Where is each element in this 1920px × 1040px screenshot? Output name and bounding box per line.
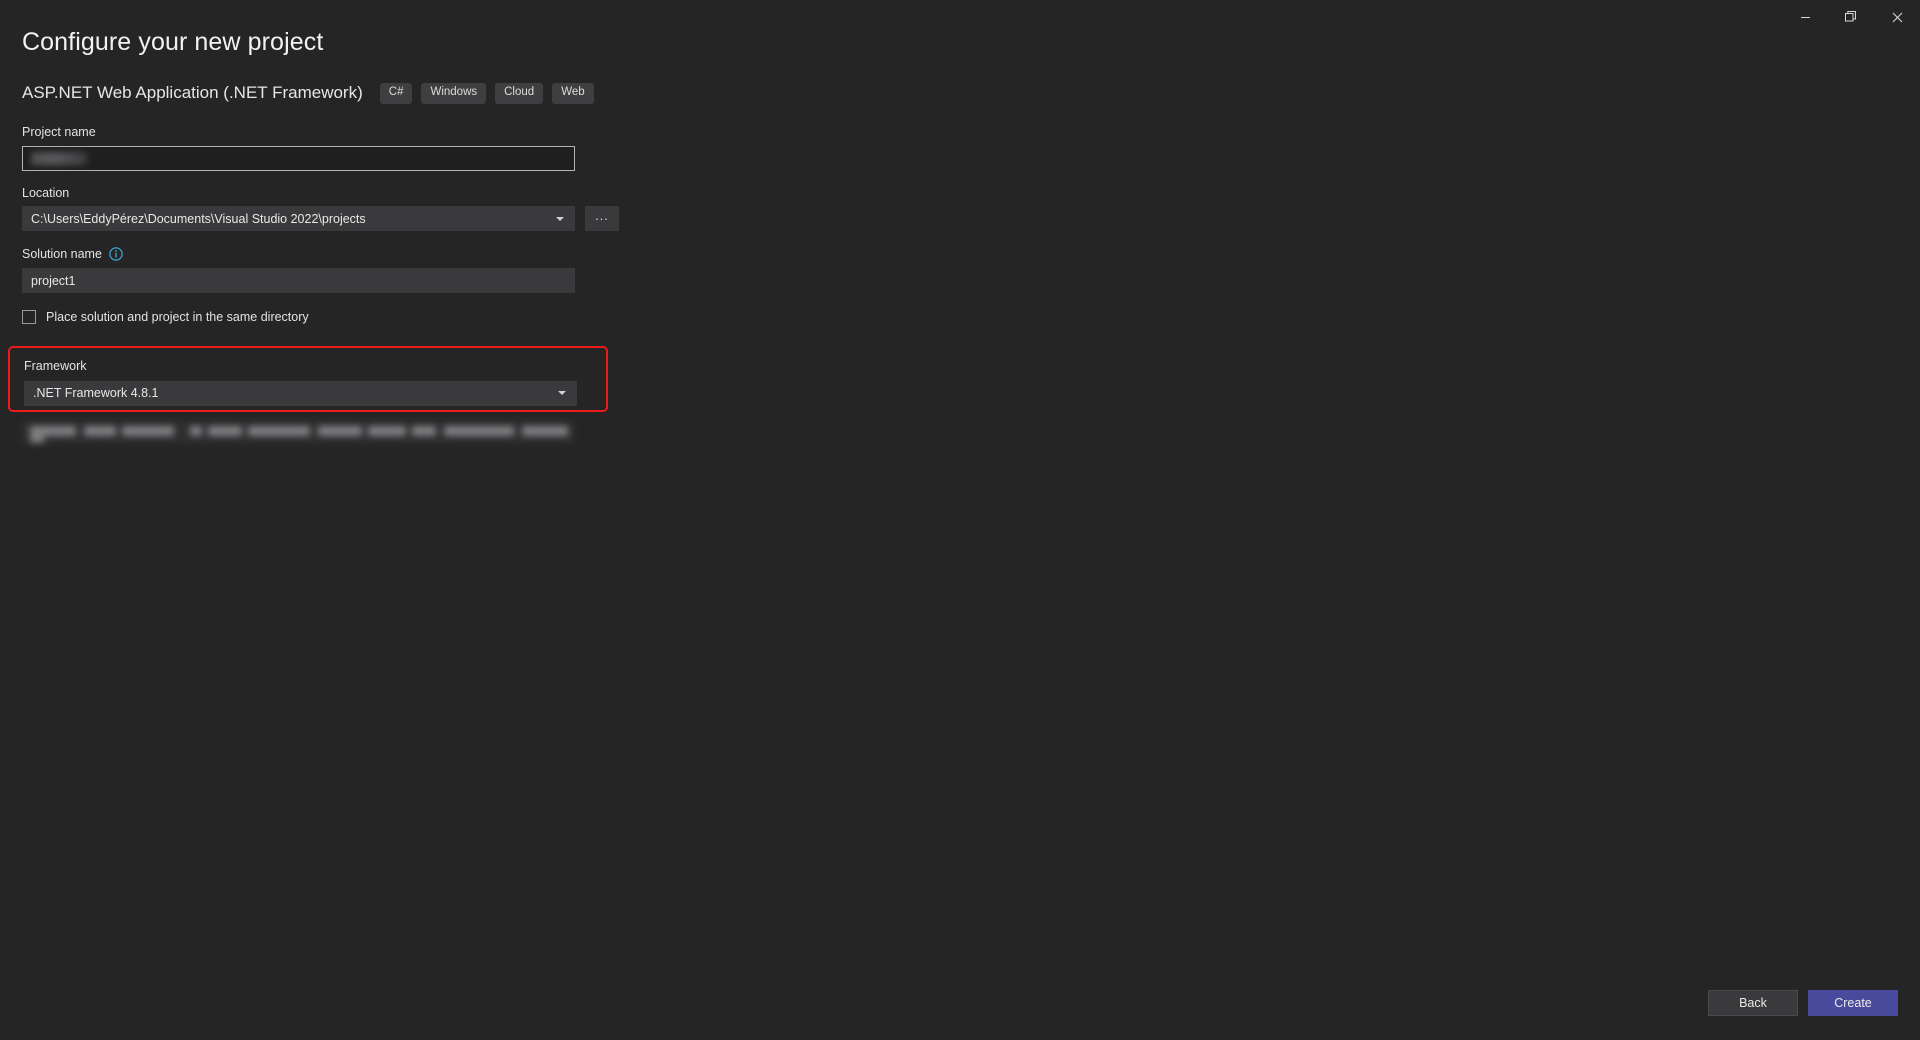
framework-label: Framework: [24, 359, 87, 373]
template-tags: C# Windows Cloud Web: [379, 83, 594, 104]
solution-name-value: project1: [31, 273, 76, 288]
redacted-segment: [30, 426, 76, 436]
redacted-segment: [30, 436, 44, 443]
tag-language: C#: [379, 83, 413, 104]
close-icon: [1892, 12, 1903, 23]
redacted-segment: [248, 426, 310, 436]
project-name-input[interactable]: [22, 145, 575, 171]
same-directory-label: Place solution and project in the same d…: [46, 310, 309, 324]
tag-platform: Windows: [421, 83, 487, 104]
same-directory-row[interactable]: Place solution and project in the same d…: [22, 310, 642, 324]
restore-icon: [1845, 11, 1857, 23]
project-name-label: Project name: [22, 125, 96, 139]
info-icon[interactable]: [109, 247, 123, 261]
redacted-segment: [522, 426, 568, 436]
create-button[interactable]: Create: [1808, 990, 1898, 1016]
redacted-segment: [318, 426, 362, 436]
redacted-segment: [208, 426, 242, 436]
redacted-segment: [412, 426, 436, 436]
minimize-button[interactable]: [1782, 0, 1828, 34]
chevron-down-icon: [556, 216, 564, 221]
tag-cloud: Cloud: [495, 83, 544, 104]
redacted-segment: [84, 426, 116, 436]
project-config-form: Project name Location C:\Users\EddyPérez…: [22, 126, 642, 324]
template-summary: ASP.NET Web Application (.NET Framework)…: [22, 83, 594, 104]
back-button[interactable]: Back: [1708, 990, 1798, 1016]
solution-name-label: Solution name: [22, 247, 642, 261]
tag-web: Web: [552, 83, 594, 104]
page-title: Configure your new project: [22, 28, 324, 56]
configure-project-dialog: Configure your new project ASP.NET Web A…: [0, 0, 1920, 1040]
location-value: C:\Users\EddyPérez\Documents\Visual Stud…: [31, 211, 366, 226]
redacted-segment: [444, 426, 514, 436]
close-button[interactable]: [1874, 0, 1920, 34]
location-row: C:\Users\EddyPérez\Documents\Visual Stud…: [22, 206, 642, 231]
framework-combobox[interactable]: .NET Framework 4.8.1: [24, 380, 577, 406]
redacted-segment: [368, 426, 406, 436]
redacted-footnote: [22, 421, 574, 443]
solution-name-input[interactable]: project1: [22, 268, 575, 293]
framework-highlight-box: Framework .NET Framework 4.8.1: [8, 346, 608, 412]
dialog-footer: Back Create: [1708, 990, 1898, 1016]
redacted-segment: [190, 426, 202, 436]
location-label: Location: [22, 185, 70, 200]
location-combobox[interactable]: C:\Users\EddyPérez\Documents\Visual Stud…: [22, 206, 575, 231]
chevron-down-icon: [558, 391, 566, 395]
project-name-redacted-value: [31, 151, 87, 165]
minimize-icon: [1800, 12, 1811, 23]
redacted-segment: [122, 426, 174, 436]
browse-button[interactable]: ...: [585, 206, 619, 231]
template-name: ASP.NET Web Application (.NET Framework): [22, 83, 363, 103]
framework-value: .NET Framework 4.8.1: [33, 386, 159, 400]
restore-button[interactable]: [1828, 0, 1874, 34]
same-directory-checkbox[interactable]: [22, 310, 36, 324]
